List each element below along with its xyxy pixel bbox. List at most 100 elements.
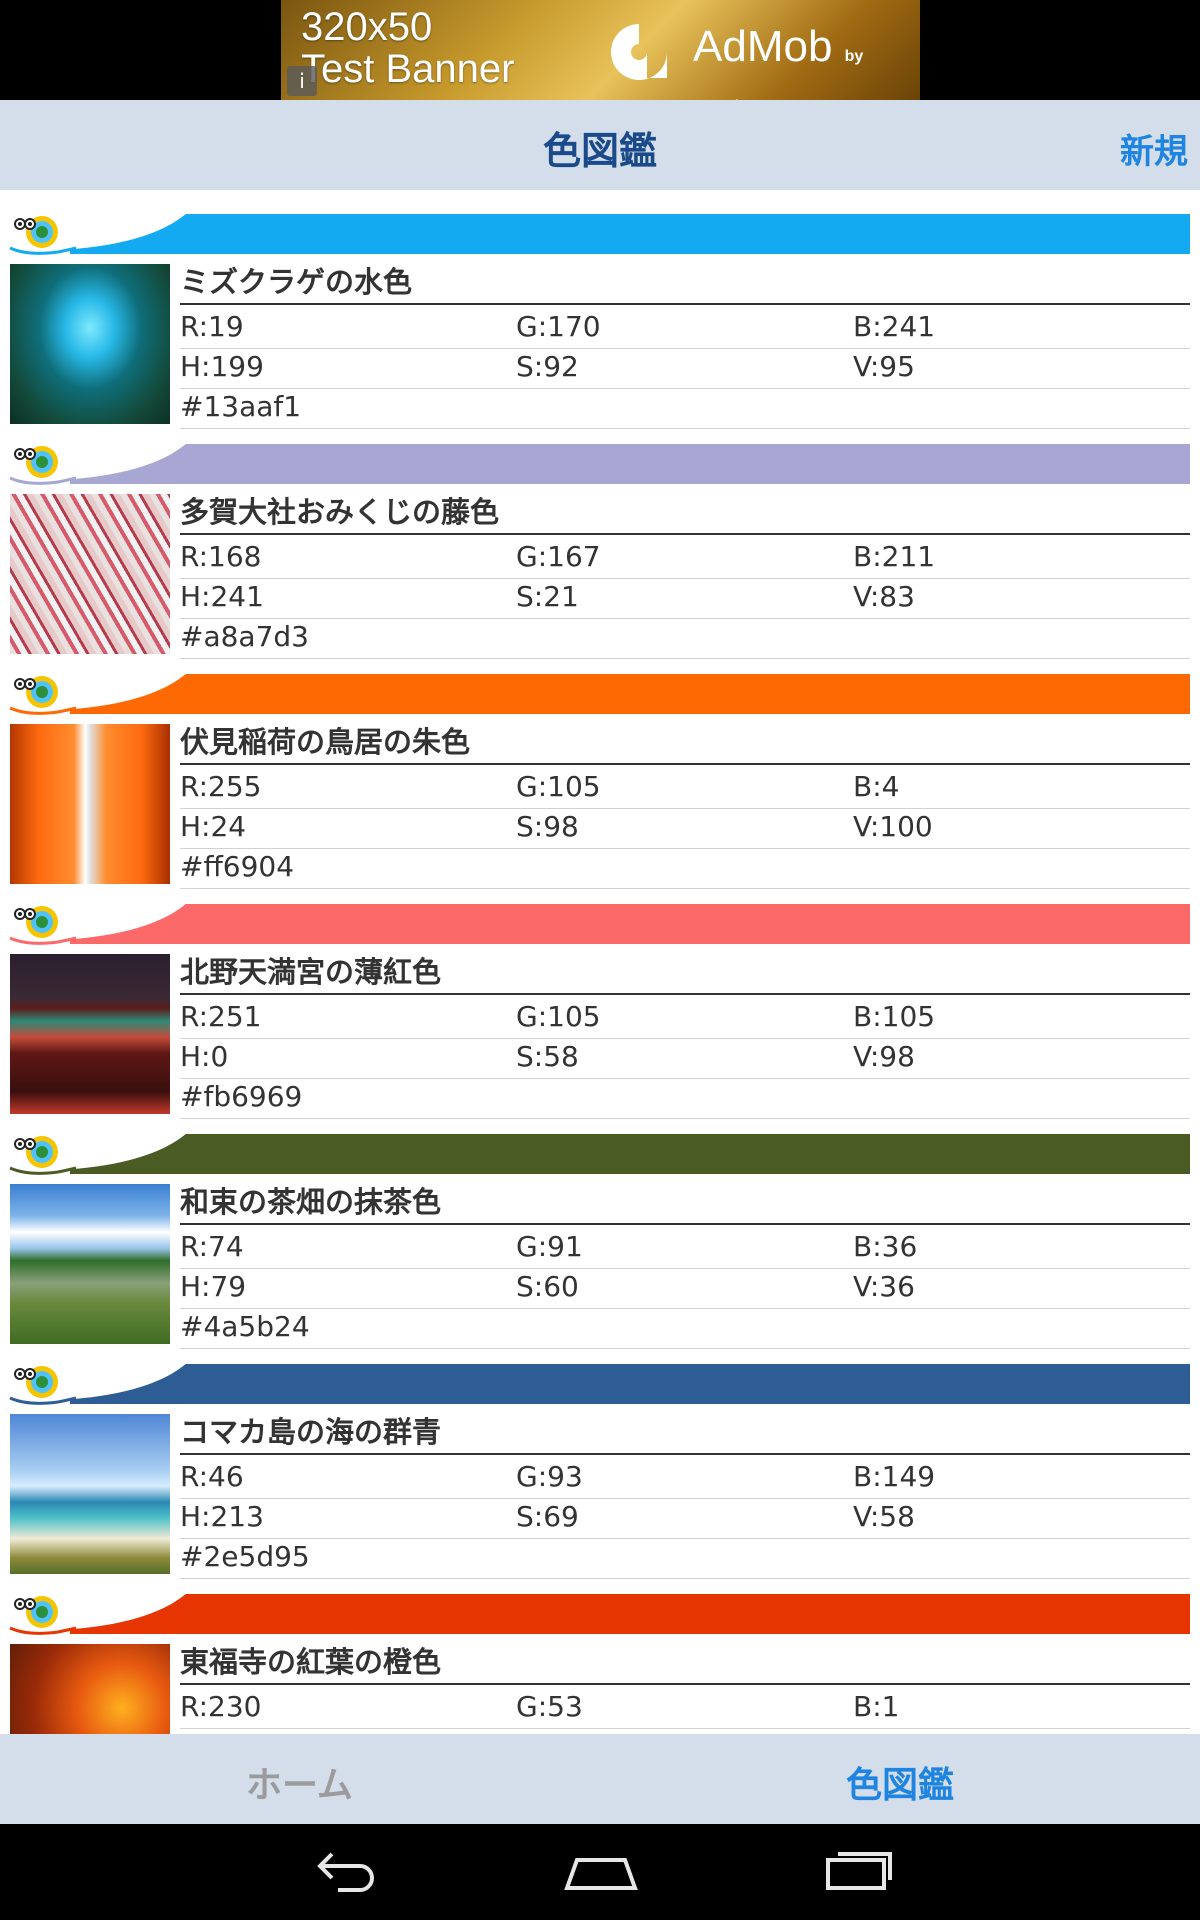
s-value: S:21 <box>516 580 579 613</box>
color-band <box>0 664 1190 715</box>
color-list-item[interactable]: コマカ島の海の群青 R:46 G:93 B:149 H:213 S:69 V:58 #2e5d… <box>0 1354 1200 1584</box>
ad-banner[interactable]: 320x50 Test Banner i AdMob by Google <box>281 0 920 100</box>
color-strip <box>70 1594 1190 1634</box>
color-photo <box>10 1414 170 1574</box>
g-value: G:91 <box>516 1230 583 1263</box>
color-list-item[interactable]: 多賀大社おみくじの藤色 R:168 G:167 B:211 H:241 S:21 V:83 #… <box>0 434 1200 664</box>
name-divider <box>180 763 1190 765</box>
r-value: R:251 <box>180 1000 262 1033</box>
b-value: B:4 <box>853 770 900 803</box>
color-photo <box>10 264 170 424</box>
color-strip <box>70 1364 1190 1404</box>
hsv-row: H:213 S:69 V:58 <box>180 1498 1190 1539</box>
color-strip <box>70 904 1190 944</box>
g-value: G:167 <box>516 540 601 573</box>
hex-row: #13aaf1 <box>180 388 1190 429</box>
r-value: R:255 <box>180 770 262 803</box>
s-value: S:98 <box>516 810 579 843</box>
color-photo <box>10 954 170 1114</box>
color-band <box>0 204 1190 255</box>
hex-row: #ff6904 <box>180 848 1190 889</box>
hex-row: #4a5b24 <box>180 1308 1190 1349</box>
name-divider <box>180 1453 1190 1455</box>
hex-row: #fb6969 <box>180 1078 1190 1119</box>
color-name: コマカ島の海の群青 <box>180 1415 442 1449</box>
h-value: H:213 <box>180 1500 264 1533</box>
snail-mascot-icon <box>9 906 77 945</box>
color-list-item[interactable]: 北野天満宮の薄紅色 R:251 G:105 B:105 H:0 S:58 V:98 #fb69… <box>0 894 1200 1124</box>
ad-brand: AdMob by Google <box>693 22 920 100</box>
g-value: G:105 <box>516 770 601 803</box>
color-name: ミズクラゲの水色 <box>180 265 413 299</box>
color-band <box>0 1584 1190 1635</box>
s-value: S:58 <box>516 1040 579 1073</box>
name-divider <box>180 533 1190 535</box>
g-value: G:53 <box>516 1690 583 1723</box>
color-list[interactable]: ミズクラゲの水色 R:19 G:170 B:241 H:199 S:92 V:95 #13aa… <box>0 190 1200 1734</box>
swoop-shape <box>60 212 188 250</box>
b-value: B:241 <box>853 310 936 343</box>
b-value: B:149 <box>853 1460 936 1493</box>
home-icon[interactable] <box>563 1846 639 1894</box>
hsv-row: H:79 S:60 V:36 <box>180 1268 1190 1309</box>
back-icon[interactable] <box>308 1846 380 1894</box>
color-name: 東福寺の紅葉の橙色 <box>180 1645 442 1679</box>
v-value: V:100 <box>853 810 933 843</box>
ad-brand-text: AdMob <box>693 22 833 71</box>
color-name: 北野天満宮の薄紅色 <box>180 955 442 989</box>
color-list-item[interactable]: 伏見稲荷の鳥居の朱色 R:255 G:105 B:4 H:24 S:98 V:100 #ff6… <box>0 664 1200 894</box>
swoop-shape <box>60 672 188 710</box>
hsv-row: H:24 S:98 V:100 <box>180 808 1190 849</box>
color-strip <box>70 214 1190 254</box>
r-value: R:19 <box>180 310 244 343</box>
app-header: 色図鑑 新規 <box>0 100 1200 190</box>
ad-title: 320x50 Test Banner <box>301 6 514 90</box>
hex-value: #13aaf1 <box>180 390 302 423</box>
v-value: V:98 <box>853 1040 915 1073</box>
color-band <box>0 1354 1190 1405</box>
s-value: S:60 <box>516 1270 579 1303</box>
snail-mascot-icon <box>9 676 77 715</box>
color-band <box>0 434 1190 485</box>
ad-title-line1: 320x50 <box>301 5 433 49</box>
r-value: R:230 <box>180 1690 262 1723</box>
swoop-shape <box>60 1592 188 1630</box>
snail-mascot-icon <box>9 1596 77 1635</box>
g-value: G:105 <box>516 1000 601 1033</box>
color-name: 多賀大社おみくじの藤色 <box>180 495 500 529</box>
v-value: V:58 <box>853 1500 915 1533</box>
color-photo <box>10 494 170 654</box>
hex-value: #2e5d95 <box>180 1540 310 1573</box>
hex-value: #ff6904 <box>180 850 295 883</box>
hsv-row: H:241 S:21 V:83 <box>180 578 1190 619</box>
name-divider <box>180 303 1190 305</box>
color-list-item[interactable]: ミズクラゲの水色 R:19 G:170 B:241 H:199 S:92 V:95 #13aa… <box>0 204 1200 434</box>
android-nav-bar <box>0 1824 1200 1920</box>
hex-value: #fb6969 <box>180 1080 303 1113</box>
hex-row: #a8a7d3 <box>180 618 1190 659</box>
color-photo <box>10 724 170 884</box>
color-band <box>0 1124 1190 1175</box>
swoop-shape <box>60 1132 188 1170</box>
s-value: S:69 <box>516 1500 579 1533</box>
tab-color-book[interactable]: 色図鑑 <box>846 1756 954 1808</box>
admob-logo-icon <box>611 24 667 80</box>
color-photo <box>10 1644 170 1734</box>
color-list-item[interactable]: 東福寺の紅葉の橙色R:230G:53B:1H:14S:100V:90 <box>0 1584 1200 1734</box>
new-button[interactable]: 新規 <box>1120 124 1188 173</box>
recents-icon[interactable] <box>824 1846 894 1894</box>
snail-mascot-icon <box>9 216 77 255</box>
rgb-row: R:46 G:93 B:149 <box>180 1458 1190 1499</box>
color-strip <box>70 444 1190 484</box>
color-photo <box>10 1184 170 1344</box>
tab-home[interactable]: ホーム <box>246 1756 353 1808</box>
hsv-row: H:199 S:92 V:95 <box>180 348 1190 389</box>
swoop-shape <box>60 442 188 480</box>
ad-info-icon[interactable]: i <box>287 66 317 96</box>
swoop-shape <box>60 1362 188 1400</box>
h-value: H:79 <box>180 1270 247 1303</box>
color-list-item[interactable]: 和束の茶畑の抹茶色 R:74 G:91 B:36 H:79 S:60 V:36 #4a5b24 <box>0 1124 1200 1354</box>
snail-mascot-icon <box>9 1136 77 1175</box>
hex-value: #a8a7d3 <box>180 620 309 653</box>
name-divider <box>180 1683 1190 1685</box>
